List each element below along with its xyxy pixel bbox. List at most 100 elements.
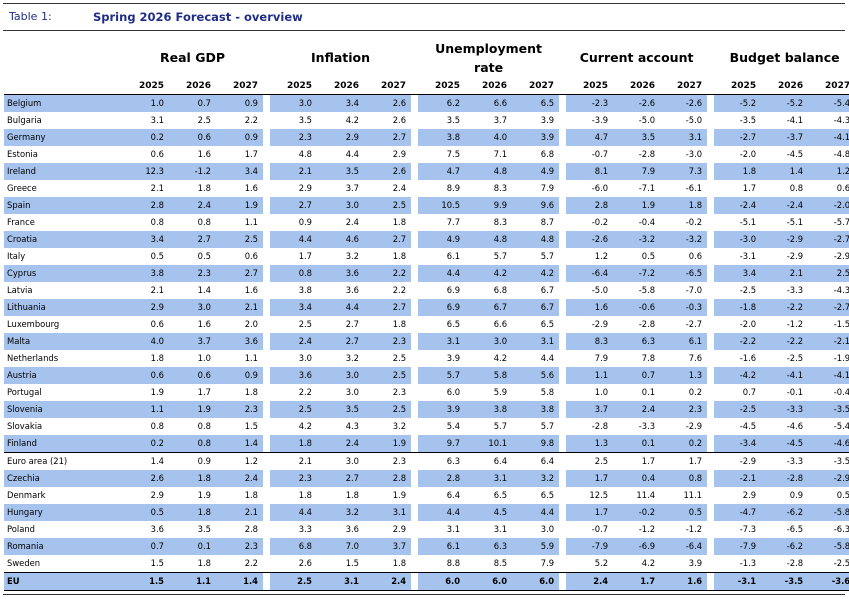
value-cell: 1.9	[613, 197, 661, 214]
value-cell: -7.1	[638, 183, 656, 193]
spacer	[559, 163, 566, 180]
table-row: Sweden 1.5 1.8 2.2 2.6 1.5 1.8 8.8 8.5 7.9 5.2 4.2 3…	[4, 555, 849, 573]
value-cell: 6.8	[270, 538, 318, 555]
value-cell: 2.9	[298, 183, 313, 193]
value-cell: -5.1	[786, 217, 804, 227]
value-cell: 2.5	[566, 452, 614, 470]
value-cell: -5.4	[808, 94, 849, 112]
value-cell: -3.3	[761, 452, 809, 470]
value-cell: -0.4	[638, 217, 656, 227]
value-cell: 1.6	[244, 285, 259, 295]
value-cell: 3.7	[364, 538, 412, 555]
value-cell: -2.8	[591, 421, 609, 431]
value-cell: 0.1	[169, 538, 216, 555]
spacer	[559, 248, 566, 265]
country-name: Netherlands	[7, 353, 59, 363]
value-cell: 0.7	[122, 538, 169, 555]
spacer	[559, 299, 566, 316]
table-row: Estonia 0.6 1.6 1.7 4.8 4.4 2.9 7.5 7.1 6.8 -0.7 -2…	[4, 146, 849, 163]
value-cell: 3.6	[345, 285, 360, 295]
value-cell: 6.5	[540, 319, 555, 329]
value-cell: -2.9	[761, 231, 809, 248]
value-cell: 1.0	[594, 387, 609, 397]
year-header: 2026	[613, 78, 661, 95]
value-cell: 3.9	[446, 353, 461, 363]
value-cell: -0.2	[591, 217, 609, 227]
value-cell: 2.3	[169, 265, 216, 282]
spacer	[263, 401, 270, 418]
value-cell: 3.0	[317, 367, 365, 384]
value-cell: 2.6	[298, 558, 313, 568]
value-cell: 2.4	[317, 435, 365, 453]
value-cell: 2.1	[216, 504, 264, 521]
value-cell: 6.1	[418, 538, 466, 555]
spacer	[559, 129, 566, 146]
value-cell: -2.5	[714, 401, 762, 418]
value-cell: -5.8	[808, 538, 849, 555]
value-cell: 3.8	[298, 285, 313, 295]
value-cell: 3.8	[512, 401, 560, 418]
country-name: Estonia	[7, 149, 38, 159]
spacer	[263, 78, 271, 95]
country-name: Romania	[4, 538, 122, 555]
country-name: Czechia	[4, 470, 122, 487]
value-cell: 3.4	[714, 265, 762, 282]
value-cell: 3.7	[345, 183, 360, 193]
spacer	[263, 197, 270, 214]
spacer	[263, 265, 270, 282]
country-name: Greece	[7, 183, 37, 193]
spacer	[559, 94, 567, 112]
value-cell: 0.7	[169, 94, 216, 112]
value-cell: -2.5	[739, 285, 757, 295]
value-cell: 0.1	[613, 435, 661, 453]
value-cell: 2.2	[244, 558, 259, 568]
spacer	[707, 572, 715, 591]
value-cell: 2.1	[761, 265, 809, 282]
value-cell: 1.2	[594, 251, 609, 261]
value-cell: 3.7	[169, 333, 216, 350]
spacer	[263, 538, 270, 555]
value-cell: 3.6	[317, 265, 365, 282]
spacer	[411, 231, 418, 248]
country-name: France	[7, 217, 35, 227]
year-header: 2026	[465, 78, 513, 95]
value-cell: 2.6	[392, 115, 407, 125]
value-cell: 2.5	[270, 401, 318, 418]
country-name: Lithuania	[4, 299, 122, 316]
value-cell: 3.1	[150, 115, 164, 125]
spacer	[263, 248, 270, 265]
spacer	[411, 418, 418, 435]
value-cell: -3.1	[714, 572, 762, 591]
value-cell: 1.8	[197, 183, 211, 193]
value-cell: 6.3	[613, 333, 661, 350]
value-cell: 1.7	[244, 149, 259, 159]
value-cell: 4.3	[345, 421, 360, 431]
value-cell: 1.7	[566, 504, 614, 521]
value-cell: -4.5	[786, 149, 804, 159]
value-cell: 2.2	[244, 115, 259, 125]
value-cell: 1.8	[150, 353, 164, 363]
value-cell: 2.8	[566, 197, 614, 214]
spacer	[559, 435, 566, 453]
value-cell: 5.7	[540, 421, 555, 431]
value-cell: 1.6	[197, 319, 211, 329]
value-cell: 1.1	[566, 367, 614, 384]
value-cell: 3.0	[317, 452, 365, 470]
value-cell: 8.3	[566, 333, 614, 350]
spacer	[707, 163, 714, 180]
value-cell: 3.1	[364, 504, 412, 521]
value-cell: -7.3	[739, 524, 757, 534]
value-cell: 6.4	[465, 452, 513, 470]
value-cell: 3.5	[317, 163, 365, 180]
value-cell: 0.2	[660, 435, 708, 453]
value-cell: -3.4	[714, 435, 762, 453]
spacer	[707, 299, 714, 316]
country-name: Italy	[7, 251, 26, 261]
spacer	[707, 555, 714, 573]
value-cell: -3.3	[761, 401, 809, 418]
value-cell: 1.5	[150, 558, 164, 568]
value-cell: 0.2	[122, 435, 169, 453]
table-row: Greece 2.1 1.8 1.6 2.9 3.7 2.4 8.9 8.3 7.9 -6.0 -7.…	[4, 180, 849, 197]
value-cell: 0.9	[298, 217, 313, 227]
value-cell: 4.7	[566, 129, 614, 146]
